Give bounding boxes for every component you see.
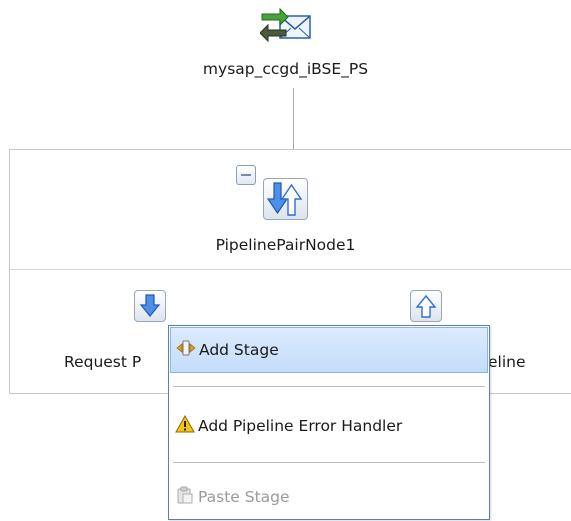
connector-line (293, 88, 294, 150)
menu-separator (173, 462, 485, 463)
menu-separator (173, 386, 485, 387)
proxy-service-label: mysap_ccgd_iBSE_PS (202, 60, 369, 78)
pipeline-pair-divider (10, 269, 571, 270)
pipeline-pair-label: PipelinePairNode1 (215, 236, 356, 254)
collapse-icon[interactable] (236, 165, 256, 185)
response-pipeline-label: eline (488, 353, 526, 371)
menu-item-label: Add Stage (199, 341, 279, 359)
menu-item-paste-stage[interactable]: Paste Stage (170, 476, 488, 518)
request-pipeline-label: Request P (64, 353, 142, 371)
proxy-service-icon[interactable] (259, 6, 314, 52)
warning-icon (175, 414, 195, 437)
request-pipeline-icon[interactable] (134, 290, 166, 322)
response-pipeline-icon[interactable] (410, 290, 442, 322)
add-stage-icon (176, 339, 196, 361)
pipeline-pair-icon[interactable] (263, 178, 308, 220)
menu-item-label: Paste Stage (198, 488, 290, 506)
context-menu: Add Stage Add Pipeline Error Handler Pas… (168, 325, 490, 520)
menu-item-add-stage[interactable]: Add Stage (170, 327, 488, 373)
menu-item-add-pipeline-error-handler[interactable]: Add Pipeline Error Handler (170, 404, 488, 448)
paste-icon (175, 486, 195, 508)
menu-item-label: Add Pipeline Error Handler (198, 417, 403, 435)
